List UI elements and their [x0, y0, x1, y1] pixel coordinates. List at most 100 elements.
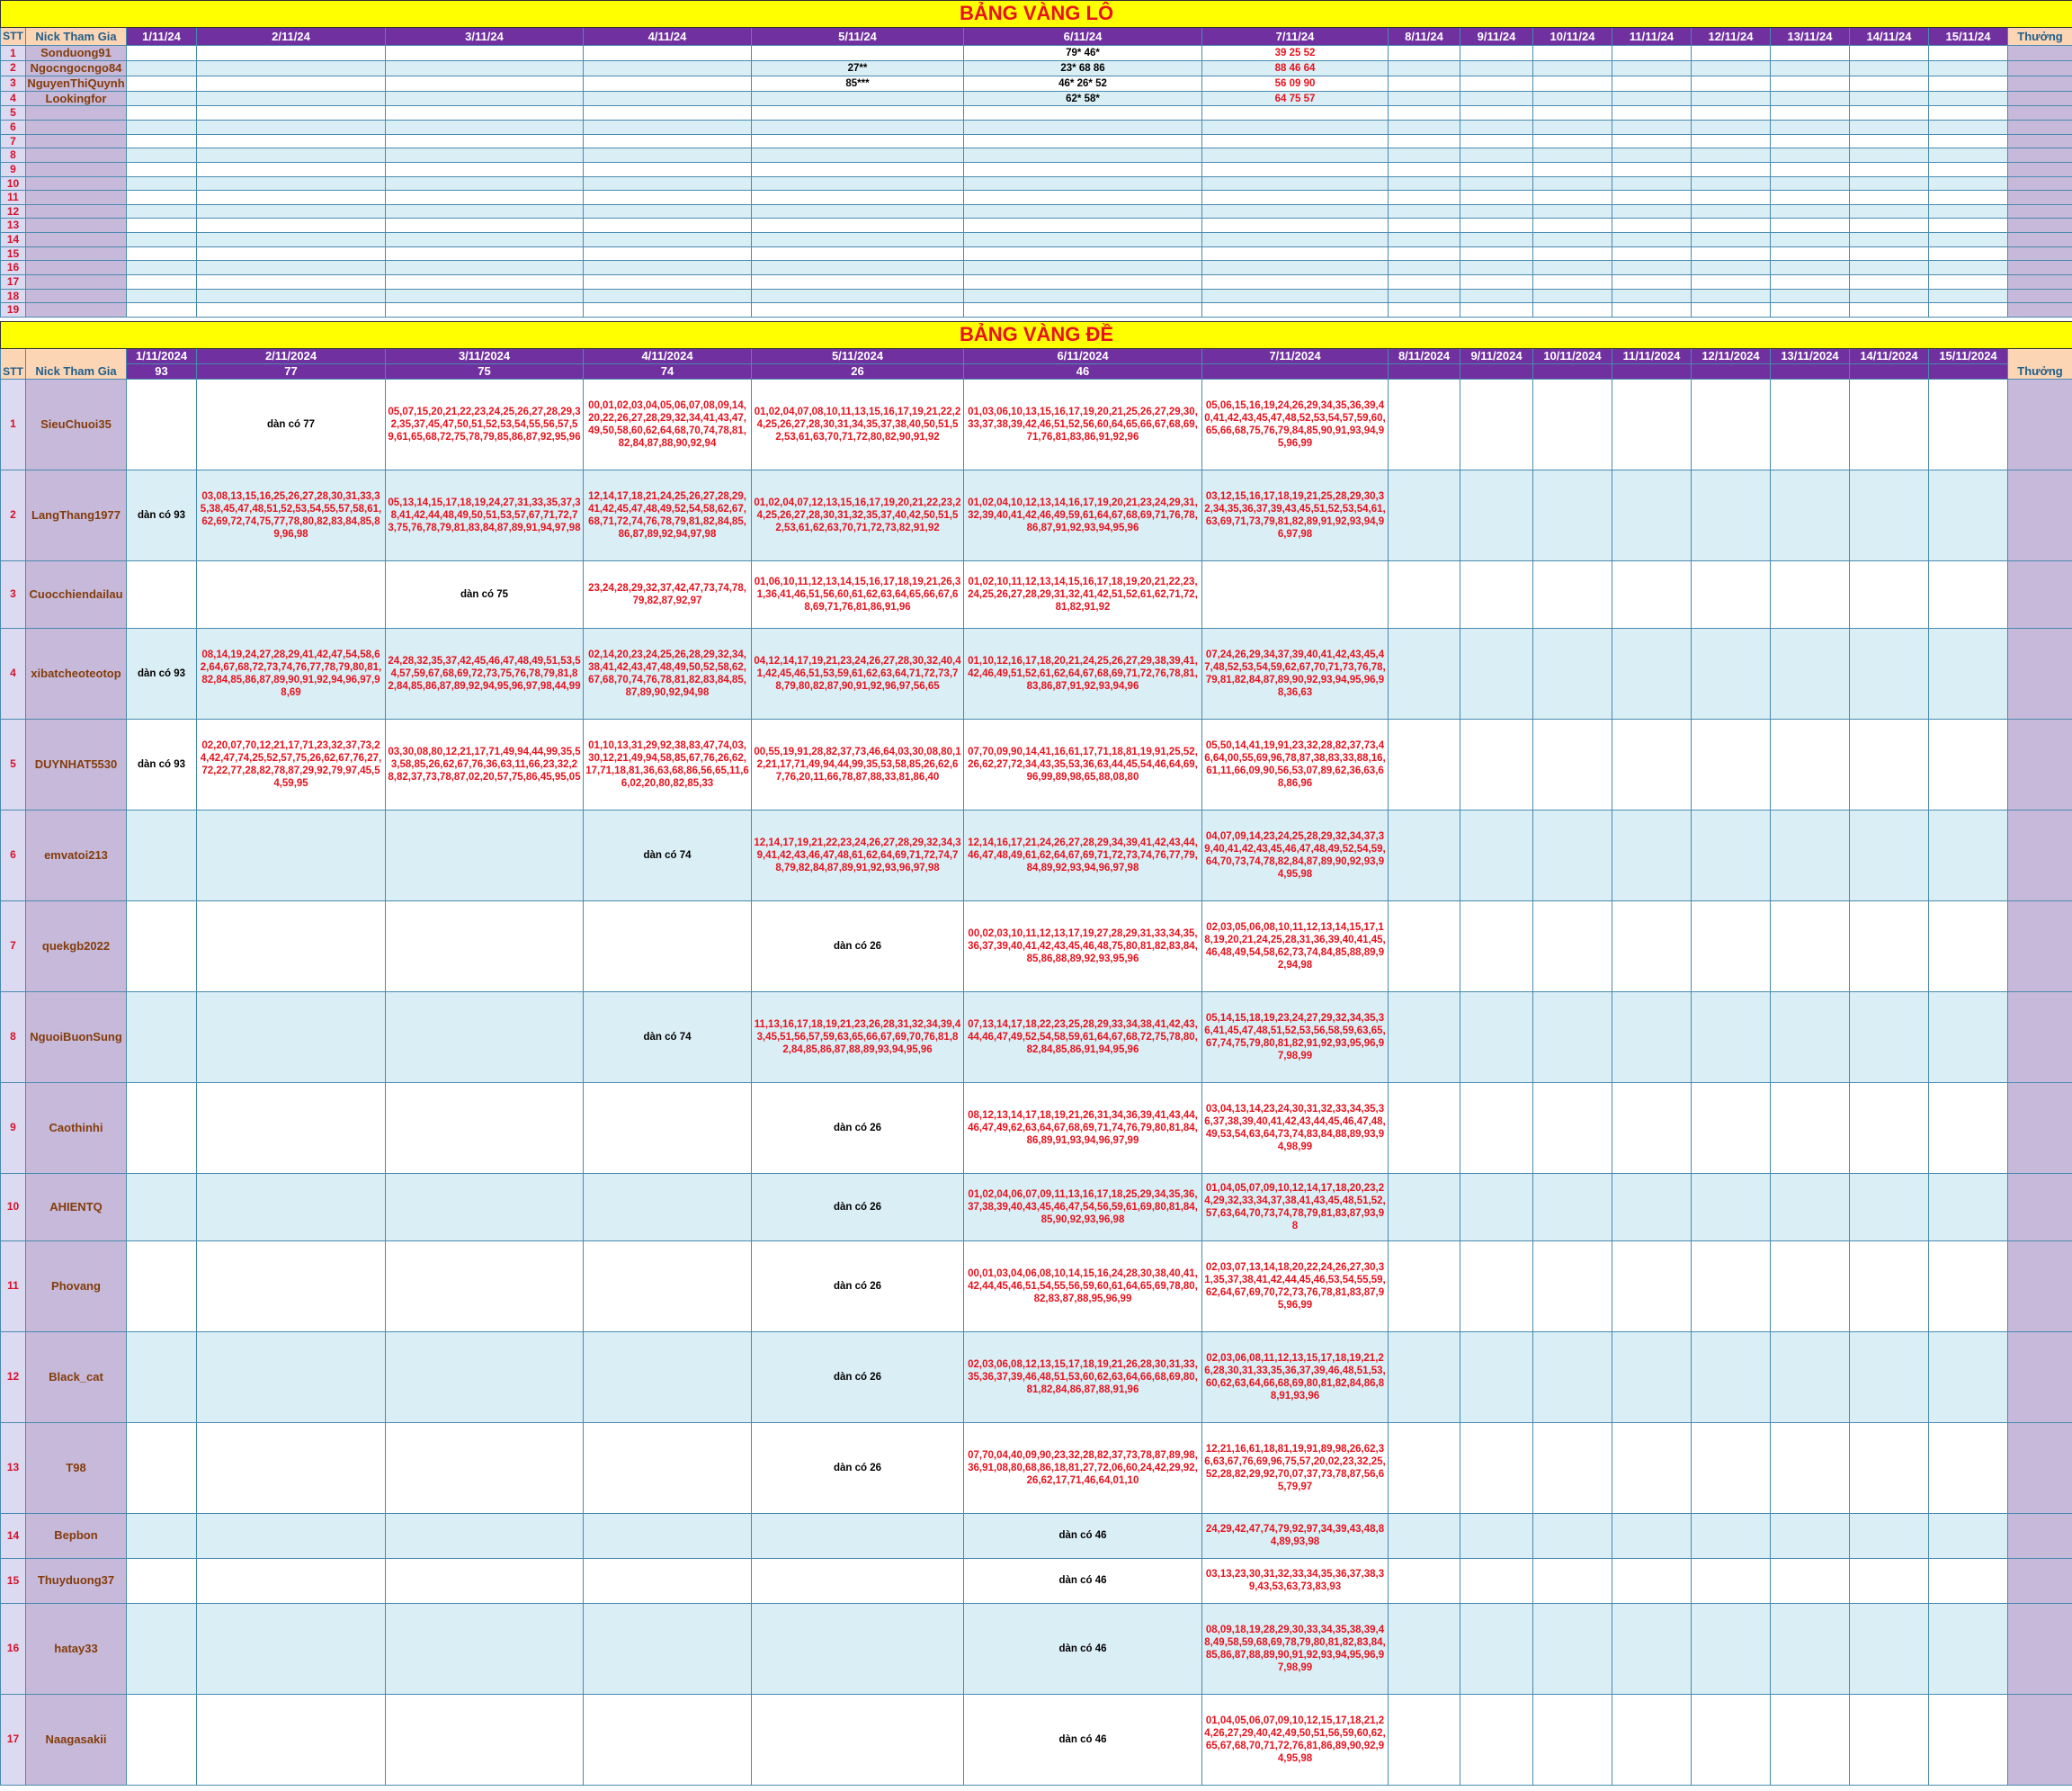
lo-cell[interactable] — [1201, 190, 1389, 205]
lo-cell[interactable] — [1460, 105, 1533, 121]
de-cell[interactable] — [1460, 1557, 1533, 1604]
de-cell[interactable] — [1691, 1693, 1771, 1786]
de-cell[interactable] — [1691, 1512, 1771, 1559]
de-cell[interactable]: dàn có 26 — [751, 1421, 964, 1514]
lo-cell[interactable] — [196, 246, 386, 262]
lo-cell[interactable] — [1849, 203, 1929, 219]
de-cell[interactable]: 01,04,05,06,07,09,10,12,15,17,18,21,24,2… — [1201, 1693, 1389, 1786]
player-nick[interactable]: Naagasakii — [25, 1693, 127, 1786]
lo-cell[interactable] — [583, 45, 752, 61]
lo-cell[interactable] — [1388, 288, 1460, 304]
de-cell[interactable] — [385, 1172, 584, 1241]
lo-cell[interactable] — [1532, 190, 1612, 205]
lo-cell[interactable] — [1532, 203, 1612, 219]
lo-cell[interactable] — [1612, 90, 1692, 107]
lo-cell[interactable] — [126, 232, 197, 247]
de-cell[interactable] — [751, 1557, 964, 1604]
lo-cell[interactable] — [1201, 161, 1389, 177]
de-cell[interactable] — [1612, 1172, 1692, 1241]
player-nick[interactable] — [25, 260, 127, 275]
reward-cell[interactable] — [2007, 1693, 2072, 1786]
de-cell[interactable] — [1612, 1240, 1692, 1332]
reward-cell[interactable] — [2007, 273, 2072, 290]
lo-cell[interactable] — [1612, 302, 1692, 318]
lo-cell[interactable] — [1532, 120, 1612, 135]
de-cell[interactable] — [1849, 1172, 1929, 1241]
de-cell[interactable] — [1201, 560, 1389, 629]
lo-cell[interactable] — [126, 120, 197, 135]
lo-cell[interactable] — [1770, 203, 1850, 219]
de-cell[interactable] — [196, 1172, 386, 1241]
lo-cell[interactable] — [1849, 133, 1929, 149]
reward-cell[interactable] — [2007, 45, 2072, 61]
lo-cell[interactable] — [1691, 59, 1771, 76]
lo-cell[interactable] — [1849, 246, 1929, 262]
player-nick[interactable] — [25, 246, 127, 262]
lo-cell[interactable] — [1770, 59, 1850, 76]
de-cell[interactable] — [1388, 1330, 1460, 1423]
lo-cell[interactable] — [385, 120, 584, 135]
lo-cell[interactable] — [126, 260, 197, 275]
de-cell[interactable] — [1460, 1421, 1533, 1514]
de-cell[interactable]: 01,04,05,07,09,10,12,14,17,18,20,23,24,2… — [1201, 1172, 1389, 1241]
de-cell[interactable] — [196, 1557, 386, 1604]
de-cell[interactable]: dàn có 26 — [751, 1172, 964, 1241]
lo-cell[interactable] — [126, 246, 197, 262]
lo-cell[interactable] — [196, 90, 386, 107]
lo-cell[interactable] — [1460, 161, 1533, 177]
lo-cell[interactable] — [1849, 190, 1929, 205]
lo-cell[interactable] — [1201, 302, 1389, 318]
de-cell[interactable] — [1691, 627, 1771, 720]
de-cell[interactable] — [1612, 1693, 1692, 1786]
lo-cell[interactable] — [751, 148, 964, 163]
de-cell[interactable]: 24,29,42,47,74,79,92,97,34,39,43,48,84,8… — [1201, 1512, 1389, 1559]
de-cell[interactable] — [1928, 1693, 2008, 1786]
de-cell[interactable] — [196, 1421, 386, 1514]
de-cell[interactable]: 08,09,18,19,28,29,30,33,34,35,38,39,48,4… — [1201, 1602, 1389, 1695]
player-nick[interactable] — [25, 161, 127, 177]
de-cell[interactable]: dàn có 46 — [963, 1557, 1202, 1604]
reward-cell[interactable] — [2007, 203, 2072, 219]
lo-cell[interactable] — [1460, 246, 1533, 262]
de-cell[interactable]: dàn có 93 — [126, 469, 197, 561]
lo-cell[interactable] — [1388, 175, 1460, 192]
de-cell[interactable] — [1388, 1240, 1460, 1332]
lo-cell[interactable] — [385, 175, 584, 192]
lo-cell[interactable] — [1612, 161, 1692, 177]
de-cell[interactable] — [1532, 1602, 1612, 1695]
de-cell[interactable] — [1849, 809, 1929, 901]
de-cell[interactable] — [583, 1330, 752, 1423]
de-cell[interactable]: 05,07,15,20,21,22,23,24,25,26,27,28,29,3… — [385, 378, 584, 470]
de-cell[interactable]: 07,70,04,40,09,90,23,32,28,82,37,73,78,8… — [963, 1421, 1202, 1514]
player-nick[interactable]: NguoiBuonSung — [25, 990, 127, 1083]
lo-cell[interactable] — [1691, 90, 1771, 107]
de-cell[interactable]: 01,06,10,11,12,13,14,15,16,17,18,19,21,2… — [751, 560, 964, 629]
lo-cell[interactable] — [963, 260, 1202, 275]
de-cell[interactable] — [1532, 560, 1612, 629]
lo-cell[interactable] — [1460, 288, 1533, 304]
lo-cell[interactable] — [583, 273, 752, 290]
de-cell[interactable] — [1928, 469, 2008, 561]
de-cell[interactable] — [196, 1240, 386, 1332]
de-cell[interactable] — [1770, 1512, 1850, 1559]
de-cell[interactable] — [1691, 560, 1771, 629]
lo-cell[interactable] — [1691, 45, 1771, 61]
reward-cell[interactable] — [2007, 990, 2072, 1083]
de-cell[interactable] — [1460, 1081, 1533, 1174]
lo-cell[interactable] — [1460, 203, 1533, 219]
de-cell[interactable]: 04,07,09,14,23,24,25,28,29,32,34,37,39,4… — [1201, 809, 1389, 901]
de-cell[interactable] — [1770, 809, 1850, 901]
de-cell[interactable]: dàn có 46 — [963, 1602, 1202, 1695]
de-cell[interactable] — [385, 1421, 584, 1514]
lo-cell[interactable] — [1201, 148, 1389, 163]
de-cell[interactable]: 12,14,17,18,21,24,25,26,27,28,29,41,42,4… — [583, 469, 752, 561]
lo-cell[interactable] — [1849, 148, 1929, 163]
lo-cell[interactable] — [1388, 246, 1460, 262]
de-cell[interactable] — [1612, 1512, 1692, 1559]
lo-cell[interactable] — [751, 232, 964, 247]
de-cell[interactable] — [1770, 560, 1850, 629]
de-cell[interactable] — [385, 1693, 584, 1786]
de-cell[interactable] — [1388, 718, 1460, 810]
lo-cell[interactable] — [126, 75, 197, 92]
lo-cell[interactable] — [1612, 232, 1692, 247]
